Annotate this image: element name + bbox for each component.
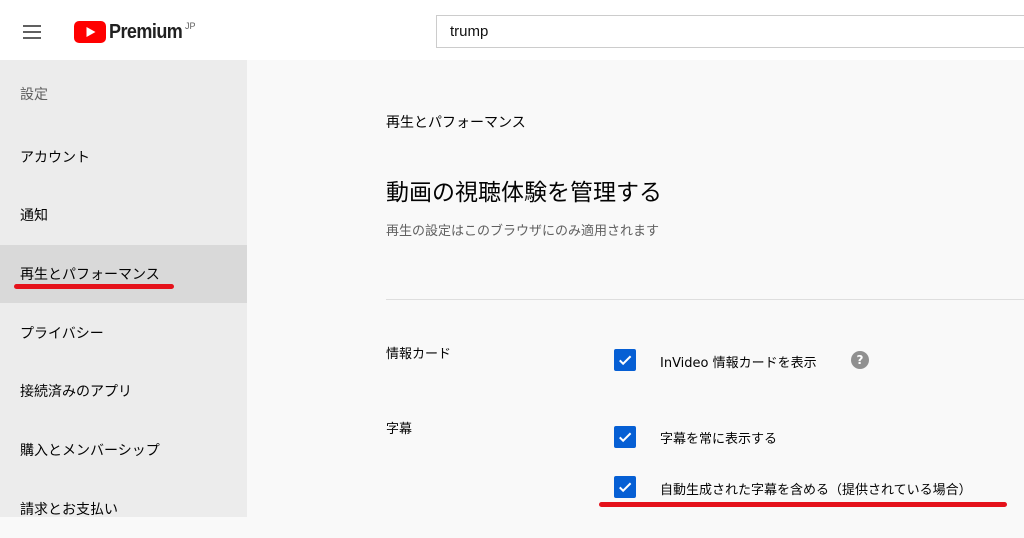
info-cards-checkbox[interactable]	[614, 349, 636, 371]
checkmark-icon	[619, 432, 632, 443]
sidebar-item-account[interactable]: アカウント	[0, 128, 247, 186]
sidebar-item-billing[interactable]: 請求とお支払い	[0, 480, 247, 538]
page-title: 動画の視聴体験を管理する	[386, 180, 662, 206]
always-show-captions-label: 字幕を常に表示する	[660, 432, 778, 447]
page-description: 再生の設定はこのブラウザにのみ適用されます	[386, 224, 660, 239]
highlight-underline	[599, 502, 1007, 507]
divider	[386, 299, 1024, 300]
info-cards-option-label: InVideo 情報カードを表示	[660, 356, 817, 371]
captions-label: 字幕	[386, 422, 413, 437]
auto-captions-checkbox[interactable]	[614, 476, 636, 498]
checkmark-icon	[619, 355, 632, 366]
settings-content: 再生とパフォーマンス 動画の視聴体験を管理する 再生の設定はこのブラウザにのみ適…	[247, 60, 1024, 517]
settings-sidebar: 設定 アカウント 通知 再生とパフォーマンス プライバシー 接続済みのアプリ 購…	[0, 60, 247, 518]
logo-text: Premium	[109, 20, 183, 43]
sidebar-item-purchases[interactable]: 購入とメンバーシップ	[0, 421, 247, 479]
auto-captions-label: 自動生成された字幕を含める（提供されている場合）	[660, 483, 972, 498]
sidebar-item-privacy[interactable]: プライバシー	[0, 304, 247, 362]
sidebar-item-playback[interactable]: 再生とパフォーマンス	[0, 245, 247, 303]
help-icon[interactable]: ?	[851, 351, 869, 369]
youtube-play-icon	[74, 21, 106, 43]
section-label: 再生とパフォーマンス	[386, 115, 526, 131]
search-input[interactable]	[436, 15, 1024, 48]
always-show-captions-checkbox[interactable]	[614, 426, 636, 448]
sidebar-item-connected-apps[interactable]: 接続済みのアプリ	[0, 362, 247, 420]
info-cards-label: 情報カード	[386, 347, 452, 362]
highlight-underline	[14, 284, 174, 289]
sidebar-title: 設定	[20, 87, 48, 103]
masthead: Premium JP	[0, 0, 1024, 60]
checkmark-icon	[619, 482, 632, 493]
menu-icon[interactable]	[16, 18, 48, 46]
sidebar-item-notifications[interactable]: 通知	[0, 186, 247, 244]
youtube-premium-logo[interactable]: Premium	[74, 20, 190, 44]
region-code: JP	[185, 21, 196, 31]
